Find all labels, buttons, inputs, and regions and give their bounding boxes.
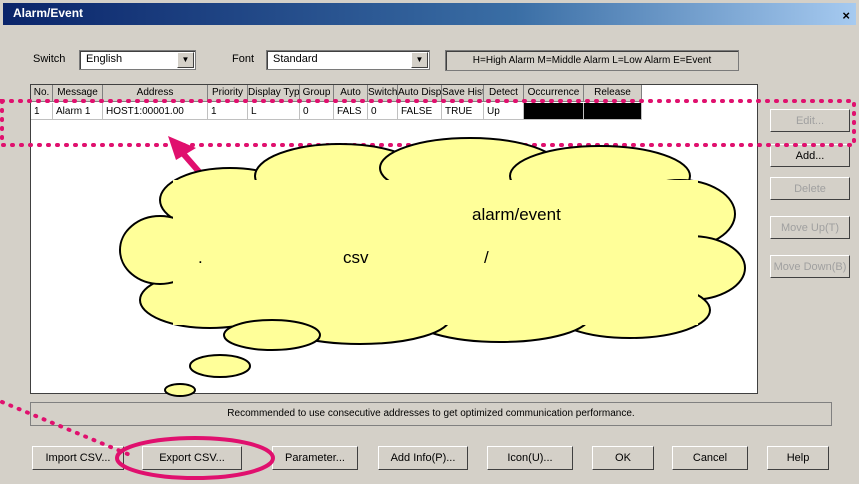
alarm-event-dialog: Alarm/Event × Switch English ▼ Font Stan… [0,0,859,484]
chevron-down-icon[interactable]: ▼ [411,52,428,68]
column-header[interactable]: Message [53,85,103,102]
table-cell[interactable] [524,103,584,120]
table-cell[interactable]: 1 [208,103,248,120]
table-cell[interactable]: 0 [300,103,334,120]
column-header[interactable]: Auto [334,85,368,102]
switch-combo[interactable]: English ▼ [79,50,196,70]
table-cell[interactable]: 1 [31,103,53,120]
table-cell[interactable] [584,103,642,120]
delete-button[interactable]: Delete [770,177,850,200]
column-header[interactable]: Priority [208,85,248,102]
font-label: Font [232,53,255,65]
column-header[interactable]: Detect [484,85,524,102]
ok-button[interactable]: OK [592,446,654,470]
title-bar: Alarm/Event × [3,3,856,25]
import-csv-button[interactable]: Import CSV... [32,446,124,470]
callout-text-dot: . [198,248,203,267]
column-header[interactable]: No. [31,85,53,102]
table-cell[interactable]: L [248,103,300,120]
column-header[interactable]: Display Type [248,85,300,102]
add-button[interactable]: Add... [770,144,850,167]
column-header[interactable]: Release [584,85,642,102]
export-csv-button[interactable]: Export CSV... [142,446,242,470]
table-cell[interactable]: Alarm 1 [53,103,103,120]
move-down-button[interactable]: Move Down(B) [770,255,850,278]
status-message: Recommended to use consecutive addresses… [30,402,832,426]
column-header[interactable]: Auto Display [398,85,442,102]
column-header[interactable]: Occurrence [524,85,584,102]
font-combo[interactable]: Standard ▼ [266,50,430,70]
priority-legend: H=High Alarm M=Middle Alarm L=Low Alarm … [445,50,739,71]
callout-text-alarm-event: alarm/event [472,205,561,224]
callout-text-csv: csv [343,248,369,267]
close-button[interactable]: × [842,8,850,23]
table-cell[interactable]: FALSE [398,103,442,120]
add-info-button[interactable]: Add Info(P)... [378,446,468,470]
column-header[interactable]: Address [103,85,208,102]
switch-label: Switch [33,53,66,65]
switch-value: English [86,53,123,65]
help-button[interactable]: Help [767,446,829,470]
table-cell[interactable]: FALS [334,103,368,120]
parameter-button[interactable]: Parameter... [272,446,358,470]
chevron-down-icon[interactable]: ▼ [177,52,194,68]
move-up-button[interactable]: Move Up(T) [770,216,850,239]
table-cell[interactable]: HOST1:00001.00 [103,103,208,120]
icon-button[interactable]: Icon(U)... [487,446,573,470]
column-header[interactable]: Switch [368,85,398,102]
table-cell[interactable]: Up [484,103,524,120]
alarm-table[interactable]: No. Message Address Priority Display Type Gro… [30,84,758,394]
window-title: Alarm/Event [13,6,84,20]
callout-text-slash: / [484,248,489,267]
column-header[interactable]: Save History [442,85,484,102]
column-header[interactable]: Group [300,85,334,102]
cancel-button[interactable]: Cancel [672,446,748,470]
table-cell[interactable]: 0 [368,103,398,120]
edit-button[interactable]: Edit... [770,109,850,132]
font-value: Standard [273,53,318,65]
table-cell[interactable]: TRUE [442,103,484,120]
